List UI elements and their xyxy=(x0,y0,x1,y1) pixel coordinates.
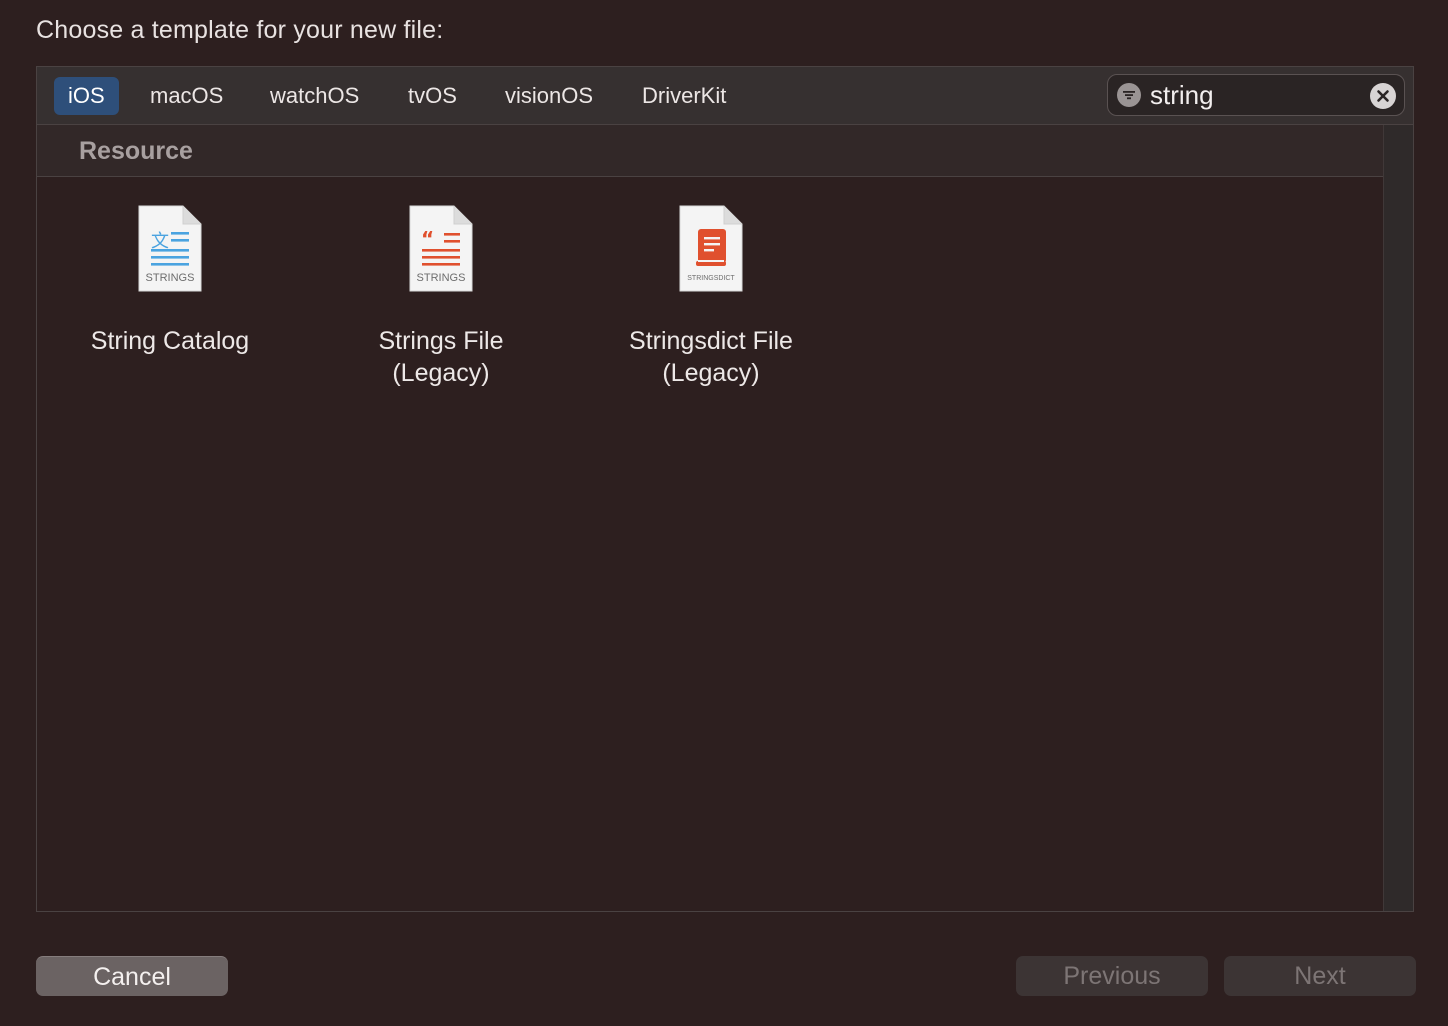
dialog-title: Choose a template for your new file: xyxy=(36,16,444,44)
template-label: String Catalog xyxy=(50,325,290,357)
template-badge: STRINGS xyxy=(145,272,195,284)
template-label-line1: String Catalog xyxy=(90,327,250,355)
string-catalog-icon: 文 STRINGS xyxy=(137,205,203,293)
next-button[interactable]: Next xyxy=(1224,956,1416,996)
search-input[interactable] xyxy=(1150,79,1360,111)
template-panel: iOS macOS watchOS tvOS visionOS DriverKi… xyxy=(36,66,1414,912)
template-stringsdict-file[interactable]: STRINGSDICT Stringsdict File (Legacy) xyxy=(591,205,831,389)
strings-file-icon: “ STRINGS xyxy=(408,205,474,293)
template-label-line1: Strings File xyxy=(378,327,504,355)
template-label-line1: Stringsdict File xyxy=(629,327,793,355)
section-title: Resource xyxy=(79,137,193,165)
section-header-resource: Resource xyxy=(37,125,1383,177)
platform-tab-bar: iOS macOS watchOS tvOS visionOS DriverKi… xyxy=(37,67,1413,125)
cancel-button[interactable]: Cancel xyxy=(36,956,228,996)
svg-text:“: “ xyxy=(421,227,434,251)
template-label-line2: (Legacy) xyxy=(392,359,490,387)
clear-icon[interactable] xyxy=(1370,83,1396,109)
new-file-template-dialog: Choose a template for your new file: iOS… xyxy=(0,0,1448,1026)
vertical-scrollbar[interactable] xyxy=(1383,125,1413,911)
filter-icon[interactable] xyxy=(1117,83,1141,107)
previous-button[interactable]: Previous xyxy=(1016,956,1208,996)
template-label-line2: (Legacy) xyxy=(662,359,760,387)
template-label: Strings File (Legacy) xyxy=(321,325,561,389)
stringsdict-file-icon: STRINGSDICT xyxy=(678,205,744,293)
tab-ios[interactable]: iOS xyxy=(54,77,119,115)
template-grid: 文 STRINGS String Catalog “ STRINGS Strin… xyxy=(37,177,1383,911)
tab-driverkit[interactable]: DriverKit xyxy=(628,77,740,115)
tab-macos[interactable]: macOS xyxy=(136,77,237,115)
svg-text:文: 文 xyxy=(151,231,169,252)
template-badge: STRINGS xyxy=(416,272,466,284)
template-label: Stringsdict File (Legacy) xyxy=(591,325,831,389)
search-field[interactable] xyxy=(1107,74,1405,116)
tab-watchos[interactable]: watchOS xyxy=(256,77,373,115)
tab-tvos[interactable]: tvOS xyxy=(394,77,471,115)
tab-visionos[interactable]: visionOS xyxy=(491,77,607,115)
template-badge: STRINGSDICT xyxy=(687,275,735,282)
template-string-catalog[interactable]: 文 STRINGS String Catalog xyxy=(50,205,290,357)
template-strings-file[interactable]: “ STRINGS Strings File (Legacy) xyxy=(321,205,561,389)
